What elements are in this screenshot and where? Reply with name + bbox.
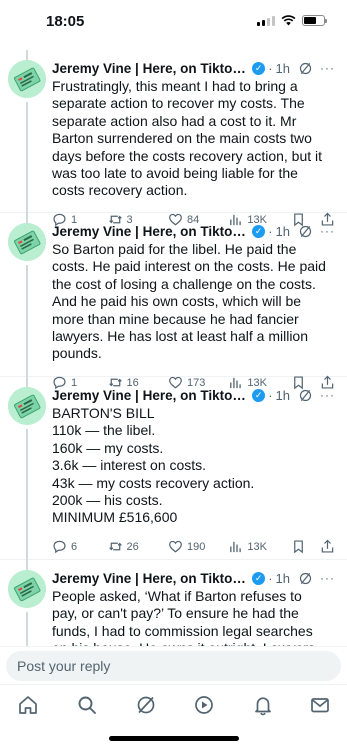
tweet[interactable]: Jeremy Vine | Here, on Tiktok, Ins... ✓ …	[0, 560, 347, 646]
thread-line	[26, 429, 28, 560]
author-name[interactable]: Jeremy Vine | Here, on Tiktok, Ins...	[52, 224, 249, 239]
reply-button[interactable]: 6	[52, 539, 108, 554]
thread-line	[26, 612, 28, 646]
separator-dot: ·	[268, 60, 273, 76]
share-icon	[321, 539, 334, 553]
verified-badge-icon: ✓	[252, 571, 266, 585]
more-options-icon[interactable]: ···	[320, 388, 335, 402]
cellular-signal-icon	[257, 15, 275, 26]
author-name[interactable]: Jeremy Vine | Here, on Tiktok, Ins...	[52, 388, 249, 403]
separator-dot: ·	[268, 223, 273, 239]
tab-home[interactable]	[17, 694, 39, 716]
repost-button[interactable]: 26	[108, 539, 168, 554]
bookmark-icon	[293, 540, 303, 554]
separator-dot: ·	[268, 570, 273, 586]
tab-notifications[interactable]	[252, 694, 274, 716]
tweet[interactable]: Jeremy Vine | Here, on Tiktok, Ins... ✓ …	[0, 213, 347, 390]
notifications-icon	[255, 697, 271, 716]
thread-line	[26, 50, 28, 60]
views-count: 13K	[247, 540, 267, 553]
tweet-age[interactable]: 1h	[276, 571, 290, 586]
status-icons	[257, 15, 327, 26]
tweet-age[interactable]: 1h	[276, 388, 290, 403]
thread-line	[26, 265, 28, 377]
separator-dot: ·	[268, 387, 273, 403]
share-button[interactable]	[320, 539, 335, 554]
avatar[interactable]	[8, 60, 46, 98]
tab-video[interactable]	[193, 694, 215, 716]
tweet[interactable]: Jeremy Vine | Here, on Tiktok, Ins... ✓ …	[0, 377, 347, 562]
grok-icon	[137, 696, 155, 714]
author-name[interactable]: Jeremy Vine | Here, on Tiktok, Ins...	[52, 61, 249, 76]
tweet[interactable]: Jeremy Vine | Here, on Tiktok, Ins... ✓ …	[0, 50, 347, 227]
grok-icon[interactable]	[299, 389, 312, 402]
reply-icon	[53, 541, 66, 554]
bookmark-button[interactable]	[291, 539, 320, 554]
tweet-text: People asked, ‘What if Barton refuses to…	[52, 588, 315, 646]
tweet-age[interactable]: 1h	[276, 61, 290, 76]
author-name[interactable]: Jeremy Vine | Here, on Tiktok, Ins...	[52, 571, 249, 586]
thread-line	[26, 213, 28, 223]
verified-badge-icon: ✓	[252, 388, 266, 402]
tweet-header: Jeremy Vine | Here, on Tiktok, Ins... ✓ …	[52, 569, 335, 587]
tab-messages[interactable]	[309, 694, 331, 716]
avatar[interactable]	[8, 570, 46, 608]
reply-count: 6	[71, 540, 78, 553]
messages-icon	[311, 698, 329, 713]
views-chart-icon	[230, 542, 242, 553]
video-icon	[195, 696, 213, 714]
tweet-header: Jeremy Vine | Here, on Tiktok, Ins... ✓ …	[52, 59, 335, 77]
grok-icon[interactable]	[299, 225, 312, 238]
tweet-text: BARTON'S BILL 110k — the libel. 160k — m…	[52, 405, 255, 526]
status-bar: 18:05	[0, 0, 347, 44]
repost-icon	[108, 542, 122, 551]
bottom-tab-bar	[0, 684, 347, 724]
like-button[interactable]: 190	[168, 539, 228, 554]
tweet-header: Jeremy Vine | Here, on Tiktok, Ins... ✓ …	[52, 386, 335, 404]
home-icon	[19, 696, 37, 714]
thread-line	[26, 377, 28, 387]
tab-grok[interactable]	[135, 694, 157, 716]
more-options-icon[interactable]: ···	[320, 61, 335, 75]
tweet-text: So Barton paid for the libel. He paid th…	[52, 241, 326, 362]
repost-count: 26	[126, 540, 139, 553]
like-count: 190	[186, 540, 206, 553]
battery-icon	[302, 15, 327, 26]
tweet-actions: 6 26 190 13K	[52, 532, 335, 562]
tweet-text: Frustratingly, this meant I had to bring…	[52, 78, 323, 199]
verified-badge-icon: ✓	[252, 224, 266, 238]
more-options-icon[interactable]: ···	[320, 571, 335, 585]
reply-input[interactable]: Post your reply	[6, 651, 341, 681]
more-options-icon[interactable]: ···	[320, 224, 335, 238]
thread-line	[26, 102, 28, 214]
tweet-header: Jeremy Vine | Here, on Tiktok, Ins... ✓ …	[52, 222, 335, 240]
wifi-icon	[281, 15, 296, 26]
grok-icon[interactable]	[299, 572, 312, 585]
views-button[interactable]: 13K	[228, 539, 290, 554]
reply-bar: Post your reply	[0, 646, 347, 684]
home-indicator[interactable]	[109, 736, 239, 741]
verified-badge-icon: ✓	[252, 61, 266, 75]
avatar[interactable]	[8, 387, 46, 425]
avatar[interactable]	[8, 223, 46, 261]
tab-search[interactable]	[76, 694, 98, 716]
thread-feed[interactable]: Jeremy Vine | Here, on Tiktok, Ins... ✓ …	[0, 50, 347, 646]
grok-icon[interactable]	[299, 62, 312, 75]
heart-icon	[169, 541, 182, 553]
search-icon	[78, 696, 96, 714]
tweet-age[interactable]: 1h	[276, 224, 290, 239]
thread-line	[26, 560, 28, 570]
status-time: 18:05	[46, 13, 85, 30]
